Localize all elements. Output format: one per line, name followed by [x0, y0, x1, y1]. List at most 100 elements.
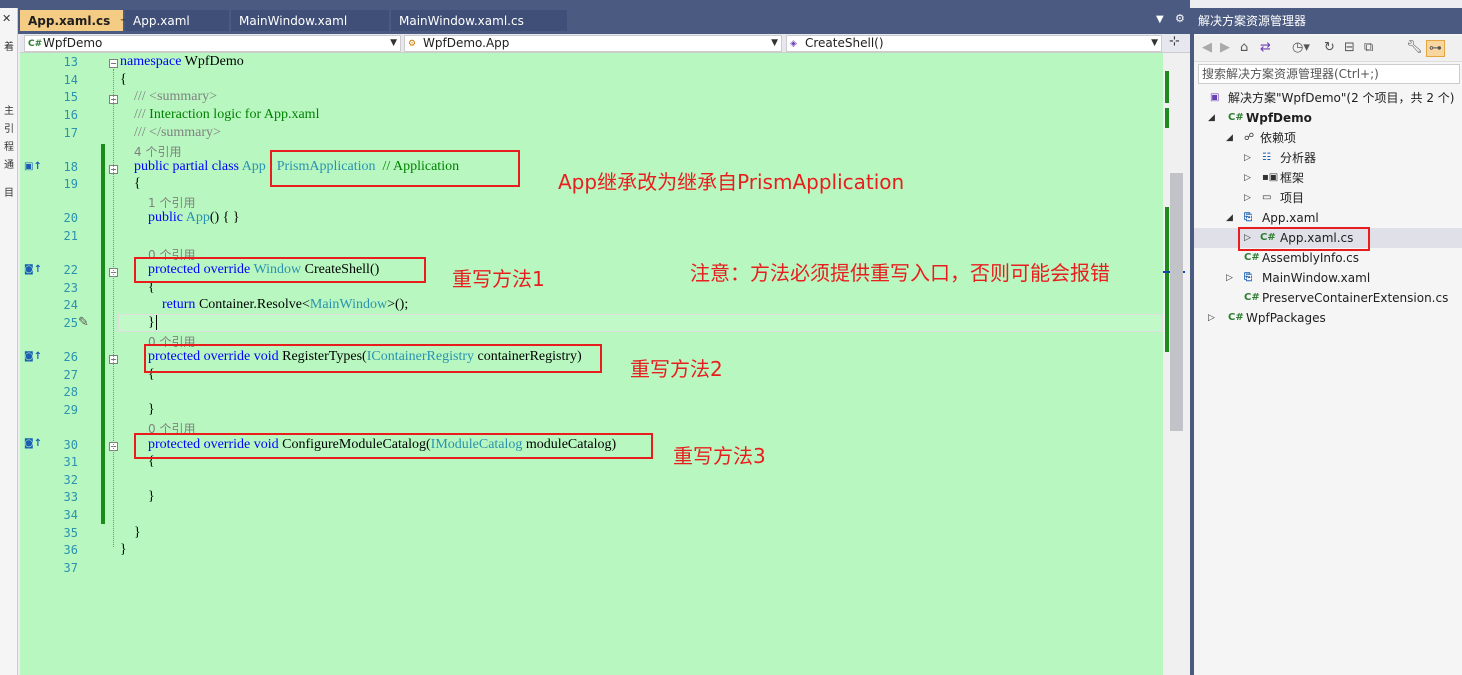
left-strip-char[interactable]: 着: [0, 38, 18, 53]
left-strip-char[interactable]: 程: [0, 138, 18, 153]
code-line-16: /// Interaction logic for App.xaml: [134, 107, 319, 123]
tree-item-preservecontainerextension[interactable]: C# PreserveContainerExtension.cs: [1194, 288, 1462, 308]
line-number: 31: [42, 455, 78, 469]
class-dropdown[interactable]: ⚙ WpfDemo.App ▼: [404, 35, 782, 52]
wrench-icon[interactable]: 🔧︎: [1406, 40, 1423, 55]
tab-overflow-chevron-down-icon[interactable]: ▼: [1156, 14, 1164, 25]
expanded-icon[interactable]: ◢: [1226, 208, 1233, 228]
codelens-references[interactable]: 4 个引用: [134, 143, 181, 160]
line-number: 13: [42, 55, 78, 69]
expanded-icon[interactable]: ◢: [1208, 108, 1215, 128]
sync-icon[interactable]: ↻: [1324, 40, 1335, 55]
tree-item-label: PreserveContainerExtension.cs: [1262, 288, 1448, 308]
project-dropdown[interactable]: C# WpfDemo ▼: [24, 35, 401, 52]
quick-action-brush-icon[interactable]: ✎: [78, 315, 89, 330]
tab-label: MainWindow.xaml.cs: [399, 14, 524, 28]
chevron-down-icon: ▼: [771, 36, 778, 51]
tree-item-framework[interactable]: ▷ ▪▣ 框架: [1194, 168, 1462, 188]
code-line-33: }: [148, 489, 155, 505]
codelens-references[interactable]: 1 个引用: [148, 194, 195, 211]
member-dropdown[interactable]: ◈ CreateShell() ▼: [786, 35, 1162, 52]
tree-item-app-xaml[interactable]: ◢ ⎘ App.xaml: [1194, 208, 1462, 228]
forward-icon[interactable]: ▶: [1220, 40, 1230, 55]
glyph-margin: [20, 53, 42, 675]
chevron-down-icon: ▼: [390, 36, 397, 51]
project-reference-icon: ▭: [1262, 188, 1271, 208]
tab-mainwindow-xaml-cs[interactable]: MainWindow.xaml.cs: [391, 10, 567, 31]
keyword: public partial class: [134, 159, 239, 174]
left-strip-char[interactable]: 主: [0, 102, 18, 117]
expr: Container.Resolve<: [195, 297, 309, 312]
back-icon[interactable]: ◀: [1202, 40, 1212, 55]
scrollbar-thumb[interactable]: [1170, 173, 1183, 431]
collapsed-icon[interactable]: ▷: [1244, 188, 1251, 208]
history-icon[interactable]: ◷▾: [1292, 40, 1310, 55]
line-number: 15: [42, 90, 78, 104]
line-number: 23: [42, 281, 78, 295]
change-mark: [1165, 71, 1169, 103]
line-number: 21: [42, 229, 78, 243]
code-line-29: }: [148, 402, 155, 418]
line-number: 18: [42, 160, 78, 174]
csharp-file-icon: C#: [1244, 288, 1260, 308]
line-number: 19: [42, 177, 78, 191]
tree-item-label: App.xaml: [1262, 208, 1319, 228]
annotation-box-base-class: [270, 150, 520, 187]
dependencies-icon: ☍: [1244, 128, 1254, 148]
tree-item-projects[interactable]: ▷ ▭ 项目: [1194, 188, 1462, 208]
collapse-all-icon[interactable]: ⊟: [1344, 40, 1355, 55]
code-line-35: }: [134, 525, 141, 541]
tree-item-solution[interactable]: ▣ 解决方案"WpfDemo"(2 个项目，共 2 个): [1194, 88, 1462, 108]
left-strip-char[interactable]: 目: [0, 184, 18, 199]
left-strip-char[interactable]: 通: [0, 156, 18, 171]
tree-item-mainwindow-xaml[interactable]: ▷ ⎘ MainWindow.xaml: [1194, 268, 1462, 288]
collapsed-icon[interactable]: ▷: [1244, 148, 1251, 168]
tree-item-assemblyinfo[interactable]: C# AssemblyInfo.cs: [1194, 248, 1462, 268]
override-glyph-icon[interactable]: ▣↑: [24, 161, 42, 172]
vertical-scrollbar[interactable]: [1163, 53, 1190, 675]
solution-explorer-title: 解决方案资源管理器: [1194, 8, 1462, 34]
solution-icon: ▣: [1210, 88, 1219, 108]
annotation-box-method-3: [134, 433, 653, 459]
tab-app-xaml[interactable]: App.xaml: [125, 10, 229, 31]
code-editor[interactable]: ▣↑ ◙↑ ◙↑ ◙↑ 13 14 15 16 17 18 19 20 21 2…: [20, 53, 1190, 675]
tree-item-analyzers[interactable]: ▷ ☷ 分析器: [1194, 148, 1462, 168]
tree-item-label: WpfPackages: [1246, 308, 1326, 328]
csharp-project-icon: C#: [1228, 108, 1244, 128]
expanded-icon[interactable]: ◢: [1226, 128, 1233, 148]
line-number: 27: [42, 368, 78, 382]
home-icon[interactable]: ⌂: [1240, 40, 1248, 55]
collapse-icon[interactable]: −: [109, 59, 118, 68]
line-number: 20: [42, 211, 78, 225]
override-glyph-icon[interactable]: ◙↑: [24, 351, 42, 362]
keyword: return: [162, 297, 195, 312]
code-line-25: }​: [148, 315, 157, 331]
switch-views-icon[interactable]: ⇄: [1260, 40, 1271, 55]
preview-icon[interactable]: ⊶: [1426, 40, 1445, 57]
tree-item-project-wpfdemo[interactable]: ◢ C# WpfDemo: [1194, 108, 1462, 128]
close-icon[interactable]: ✕: [2, 12, 11, 25]
tree-item-label: 分析器: [1280, 148, 1316, 168]
override-glyph-icon[interactable]: ◙↑: [24, 438, 42, 449]
collapsed-icon[interactable]: ▷: [1244, 168, 1251, 188]
solution-explorer-search[interactable]: 搜索解决方案资源管理器(Ctrl+;): [1198, 64, 1460, 84]
show-all-files-icon[interactable]: ⧉: [1364, 40, 1373, 55]
annotation-box-method-2: [144, 344, 602, 373]
tree-item-project-wpfpackages[interactable]: ▷ C# WpfPackages: [1194, 308, 1462, 328]
tab-mainwindow-xaml[interactable]: MainWindow.xaml: [231, 10, 389, 31]
change-mark: [1165, 108, 1169, 128]
doc-prefix: ///: [134, 107, 149, 122]
tab-app-xaml-cs[interactable]: App.xaml.cs ⊸ ✕: [20, 10, 123, 31]
line-number: 34: [42, 508, 78, 522]
code-line-13: namespace WpfDemo: [120, 54, 244, 70]
tree-item-dependencies[interactable]: ◢ ☍ 依赖项: [1194, 128, 1462, 148]
fold-guide: [113, 69, 114, 547]
override-glyph-icon[interactable]: ◙↑: [24, 264, 42, 275]
left-strip-char[interactable]: 引: [0, 120, 18, 135]
tree-item-label: WpfDemo: [1246, 108, 1312, 128]
collapsed-icon[interactable]: ▷: [1208, 308, 1215, 328]
split-window-icon[interactable]: ⊹: [1169, 34, 1180, 49]
line-number: 28: [42, 385, 78, 399]
collapsed-icon[interactable]: ▷: [1226, 268, 1233, 288]
gear-icon[interactable]: ⚙: [1175, 12, 1185, 25]
